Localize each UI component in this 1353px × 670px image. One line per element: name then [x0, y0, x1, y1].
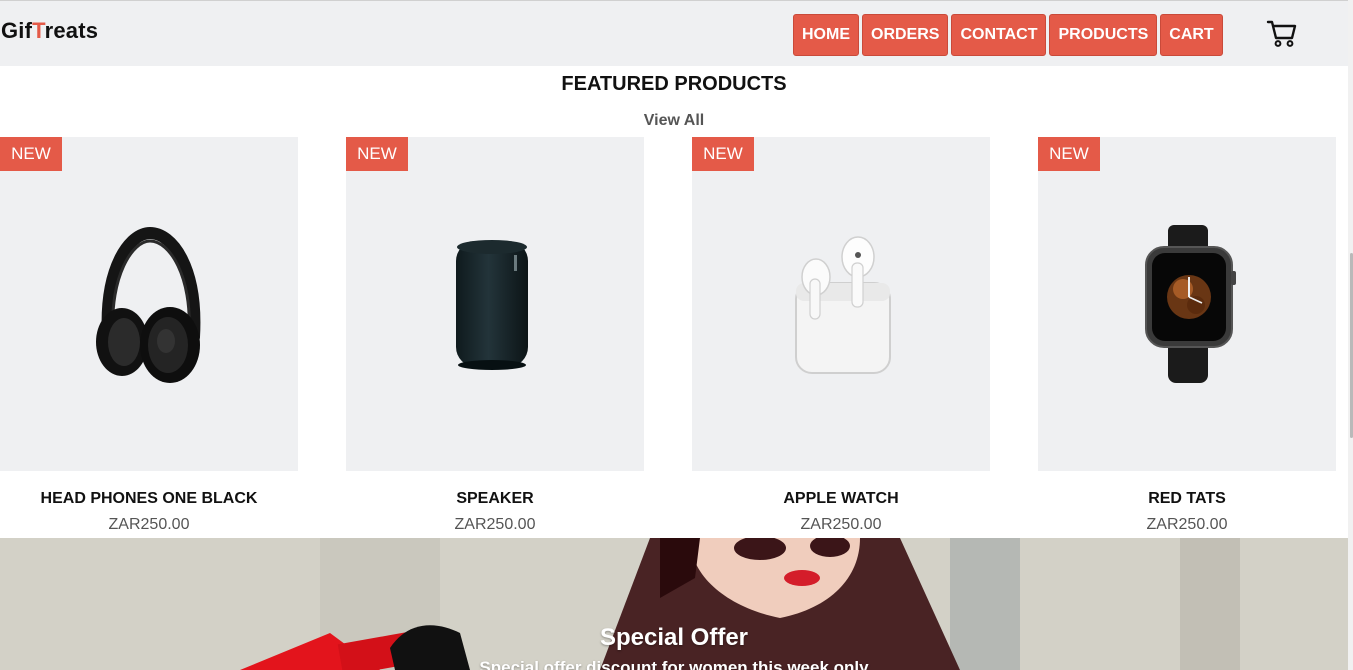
- featured-title: FEATURED PRODUCTS: [561, 73, 787, 95]
- site-logo[interactable]: GifTreats: [1, 18, 98, 44]
- product-name[interactable]: SPEAKER: [346, 490, 644, 508]
- site-header: GifTreats HOME ORDERS CONTACT PRODUCTS C…: [0, 0, 1348, 66]
- new-badge: NEW: [1038, 137, 1100, 171]
- speaker-image: [456, 240, 528, 370]
- logo-text-part1: Gif: [1, 18, 33, 43]
- nav-cart-button[interactable]: CART: [1160, 14, 1223, 56]
- product-name[interactable]: HEAD PHONES ONE BLACK: [0, 490, 298, 508]
- product-price: ZAR250.00: [1146, 516, 1228, 533]
- product-name[interactable]: APPLE WATCH: [692, 490, 990, 508]
- new-badge: NEW: [346, 137, 408, 171]
- product-price: ZAR250.00: [800, 516, 882, 533]
- headphones-image: [96, 226, 201, 383]
- product-image-area[interactable]: NEW: [1038, 137, 1336, 471]
- product-card[interactable]: NEW SPEAKER ZAR250.00: [346, 137, 644, 534]
- product-card[interactable]: NEW RED TATS ZAR250.00: [1038, 137, 1336, 534]
- special-offer-banner: Special Offer Special offer discount for…: [0, 538, 1348, 670]
- product-image-area[interactable]: NEW: [692, 137, 990, 471]
- view-all-link[interactable]: View All: [0, 112, 1348, 130]
- new-badge: NEW: [692, 137, 754, 171]
- nav-home-button[interactable]: HOME: [793, 14, 859, 56]
- logo-text-part2: reats: [44, 18, 99, 43]
- product-image-area[interactable]: NEW: [346, 137, 644, 471]
- nav-contact-button[interactable]: CONTACT: [951, 14, 1047, 56]
- nav-products-button[interactable]: PRODUCTS: [1049, 14, 1158, 56]
- cart-icon[interactable]: [1266, 18, 1298, 48]
- nav-orders-button[interactable]: ORDERS: [862, 14, 949, 56]
- logo-text-accent: T: [32, 18, 45, 43]
- product-price: ZAR250.00: [454, 516, 536, 533]
- page: GifTreats HOME ORDERS CONTACT PRODUCTS C…: [0, 0, 1353, 670]
- new-badge: NEW: [0, 137, 62, 171]
- earbuds-image: [795, 236, 891, 374]
- product-card[interactable]: NEW APPLE WATCH ZAR250.00: [692, 137, 990, 534]
- smartwatch-image: [1145, 225, 1236, 383]
- product-price: ZAR250.00: [108, 516, 190, 533]
- offer-title: Special Offer: [599, 624, 749, 651]
- main-nav: HOME ORDERS CONTACT PRODUCTS CART: [793, 14, 1223, 56]
- product-name[interactable]: RED TATS: [1038, 490, 1336, 508]
- offer-subtitle: Special offer discount for women this we…: [479, 658, 869, 670]
- product-card[interactable]: NEW HEAD PHONES ONE BLACK ZAR250.00: [0, 137, 298, 534]
- product-image-area[interactable]: NEW: [0, 137, 298, 471]
